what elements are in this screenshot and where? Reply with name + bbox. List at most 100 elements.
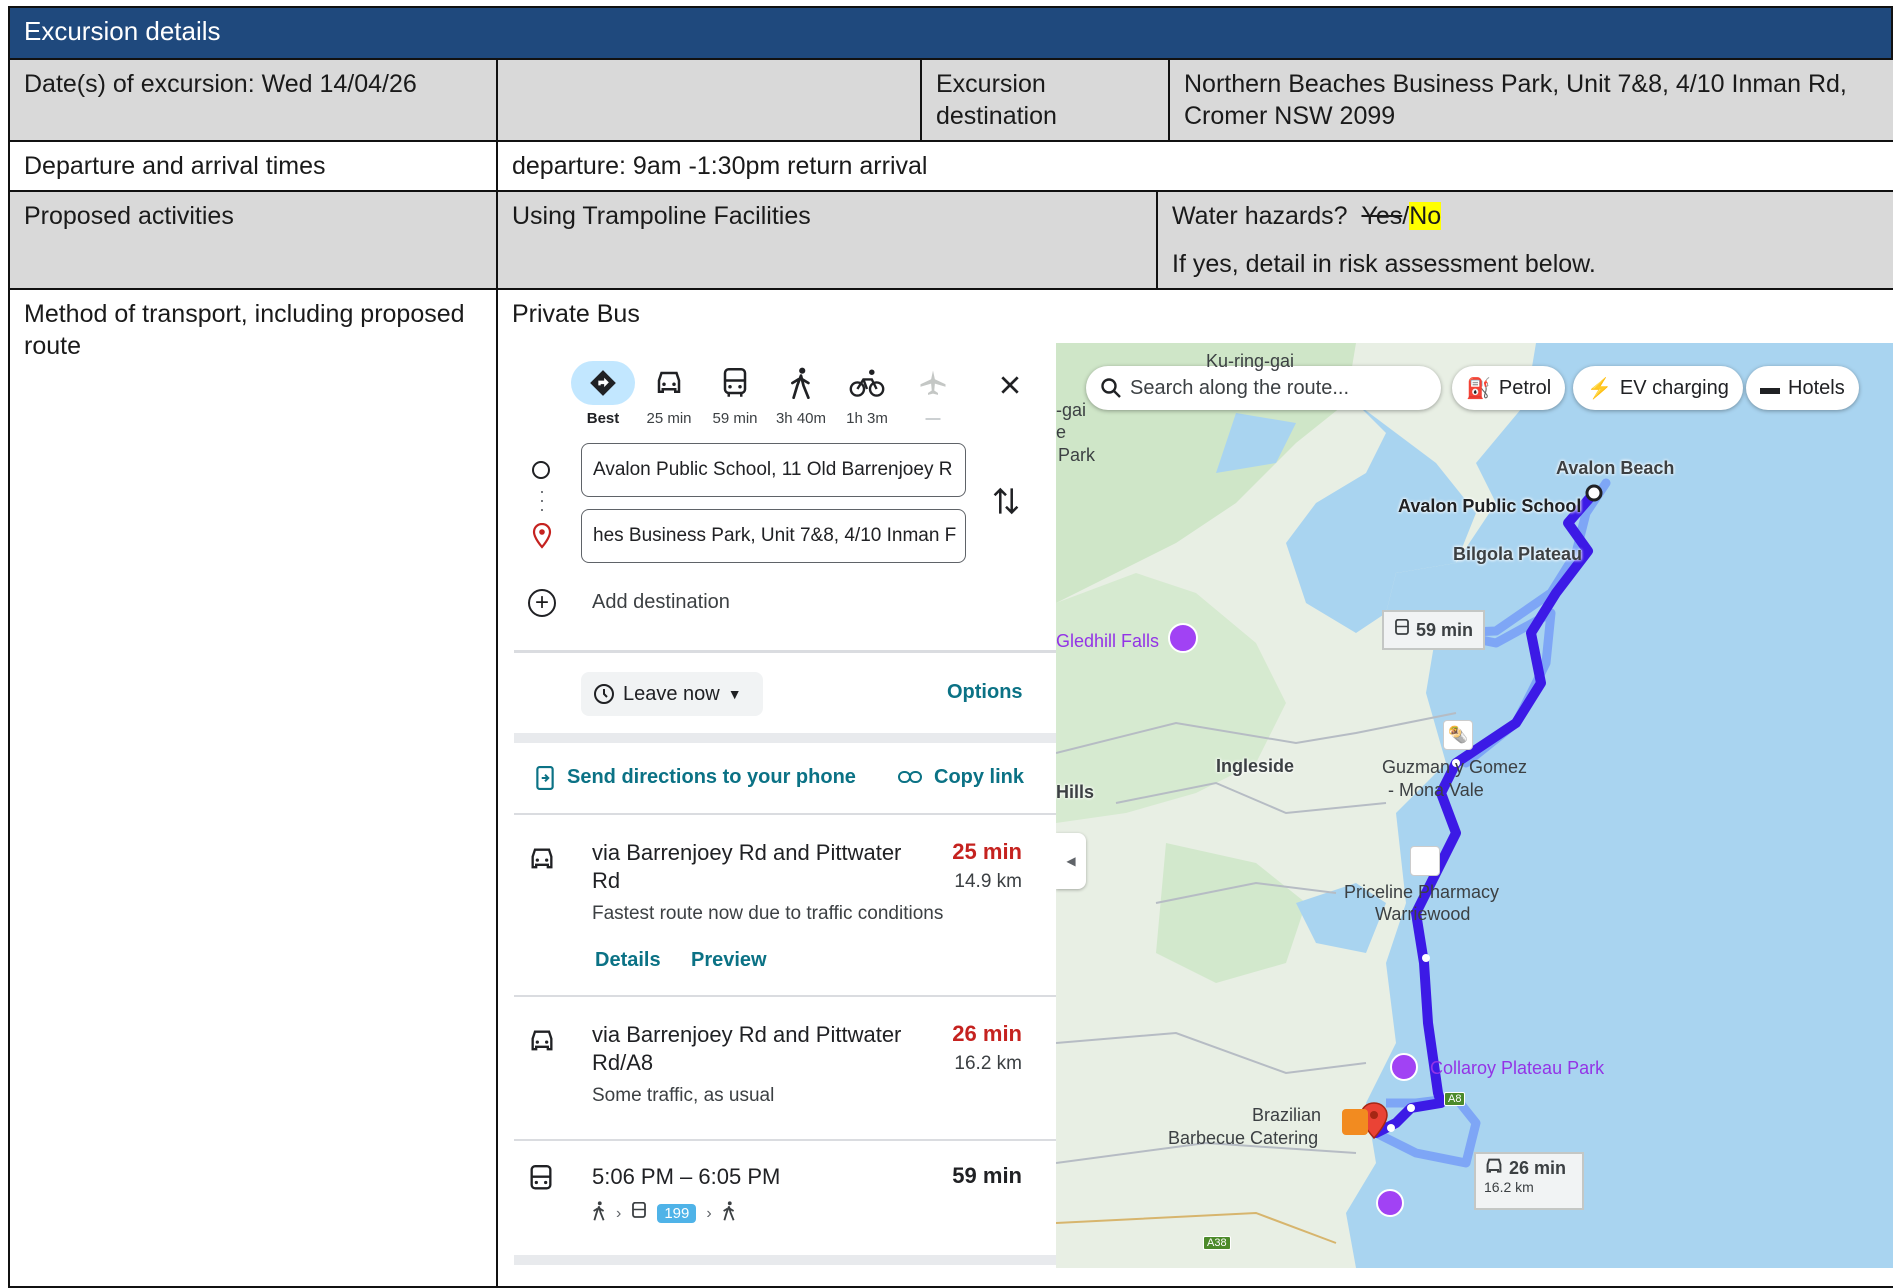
route-option-2[interactable]: via Barrenjoey Rd and Pittwater Rd/A8 26…	[514, 997, 1056, 1139]
water-hazards-label: Water hazards?	[1172, 202, 1348, 230]
send-to-phone-icon	[536, 766, 554, 795]
route-option-3[interactable]: 5:06 PM – 6:05 PM 59 min › 199 ›	[514, 1141, 1056, 1251]
chevron-right-icon: ›	[706, 1204, 712, 1222]
leave-now-dropdown[interactable]: Leave now ▼	[581, 672, 763, 716]
mode-flight[interactable]: —	[900, 360, 966, 427]
mode-walk[interactable]: 3h 40m	[768, 360, 834, 427]
route-1-distance: 14.9 km	[954, 871, 1022, 892]
divider	[514, 650, 1056, 653]
dates-label: Date(s) of excursion: Wed 14/04/26	[24, 70, 417, 98]
map-label-kuringgai: Ku-ring-gai	[1206, 351, 1295, 371]
search-along-route-input[interactable]: Search along the route...	[1086, 366, 1441, 410]
bus-icon	[702, 360, 768, 406]
route-2-title: via Barrenjoey Rd and Pittwater Rd/A8	[592, 1022, 902, 1075]
times-value: departure: 9am -1:30pm return arrival	[512, 152, 928, 180]
route-2-distance: 16.2 km	[954, 1053, 1022, 1074]
chip-ev-charging[interactable]: ⚡ EV charging	[1573, 366, 1743, 410]
collapse-panel-button[interactable]: ◀	[1056, 833, 1086, 889]
map-label-park: Park	[1058, 445, 1096, 465]
activities-label: Proposed activities	[24, 202, 234, 230]
map-label-guzman: Guzman y Gomez	[1382, 757, 1528, 777]
walk-icon	[768, 360, 834, 406]
copy-link[interactable]: Copy link	[934, 766, 1024, 789]
water-yes-struck: Yes	[1361, 202, 1403, 230]
destination-input[interactable]: hes Business Park, Unit 7&8, 4/10 Inman …	[581, 509, 966, 563]
restaurant-poi-icon[interactable]	[1342, 1109, 1368, 1135]
hotel-icon: ▬	[1760, 376, 1780, 399]
map-label-brazilian: Brazilian	[1252, 1105, 1322, 1125]
car-icon	[528, 1029, 556, 1058]
route-1-note: Fastest route now due to traffic conditi…	[592, 903, 944, 924]
route-2-note: Some traffic, as usual	[592, 1085, 775, 1106]
mode-bike-label: 1h 3m	[846, 410, 888, 427]
road-marker-a8: A8	[1444, 1092, 1466, 1106]
mode-best[interactable]: Best	[570, 360, 636, 427]
chip-hotels[interactable]: ▬ Hotels	[1746, 366, 1859, 410]
bus-icon	[1394, 618, 1410, 642]
origin-circle-icon	[532, 461, 550, 479]
camera-poi-icon[interactable]	[1390, 1053, 1418, 1081]
chip-petrol[interactable]: ⛽ Petrol	[1452, 366, 1566, 410]
empty-cell	[496, 58, 922, 142]
route-map[interactable]: Search along the route... ⛽ Petrol ⚡ EV ch…	[1056, 343, 1893, 1268]
section-header: Excursion details	[8, 6, 1893, 60]
dots-icon: · · ·	[539, 481, 545, 519]
ev-charging-icon: ⚡	[1587, 377, 1612, 400]
destination-label: Excursion destination	[936, 70, 1057, 130]
directions-icon	[571, 361, 635, 405]
leave-now-label: Leave now	[623, 682, 720, 705]
destination-value-cell: Northern Beaches Business Park, Unit 7&8…	[1168, 58, 1893, 142]
map-label-mona-vale: - Mona Vale	[1388, 780, 1484, 800]
send-directions-link[interactable]: Send directions to your phone	[567, 766, 856, 789]
search-placeholder: Search along the route...	[1130, 376, 1350, 399]
mode-car[interactable]: 25 min	[636, 360, 702, 427]
route-1-title: via Barrenjoey Rd and Pittwater Rd	[592, 840, 902, 893]
mode-bike[interactable]: 1h 3m	[834, 360, 900, 427]
route-1-details-link[interactable]: Details	[595, 949, 661, 972]
walk-icon	[592, 1201, 606, 1226]
add-destination-label[interactable]: Add destination	[592, 591, 730, 614]
dropdown-caret-icon: ▼	[727, 686, 742, 702]
route-1-time: 25 min	[952, 839, 1022, 864]
pharmacy-poi-icon[interactable]	[1410, 846, 1440, 876]
transport-value: Private Bus	[512, 300, 640, 328]
car-route-callout[interactable]: 26 min 16.2 km	[1474, 1152, 1584, 1210]
bus-route-callout[interactable]: 59 min	[1382, 610, 1486, 650]
map-label-avalon-beach: Avalon Beach	[1556, 458, 1675, 478]
map-label-avalon-school: Avalon Public School	[1398, 496, 1582, 516]
camera-poi-icon[interactable]	[1376, 1189, 1404, 1217]
destination-value: Northern Beaches Business Park, Unit 7&8…	[1184, 70, 1847, 130]
bus-callout-time: 59 min	[1416, 619, 1474, 640]
map-label-warriewood: Warriewood	[1375, 904, 1471, 924]
origin-input[interactable]: Avalon Public School, 11 Old Barrenjoey …	[581, 443, 966, 497]
add-destination-icon[interactable]: +	[528, 589, 556, 617]
mode-flight-label: —	[925, 410, 941, 427]
mode-transit[interactable]: 59 min	[702, 360, 768, 427]
mode-car-label: 25 min	[646, 410, 692, 427]
car-icon	[636, 360, 702, 406]
camera-poi-icon[interactable]	[1168, 623, 1198, 653]
bus-icon	[529, 1165, 553, 1198]
options-link[interactable]: Options	[947, 681, 1023, 704]
dates-cell: Date(s) of excursion: Wed 14/04/26	[8, 58, 498, 142]
swap-icon[interactable]	[992, 485, 1020, 522]
water-no-highlighted: No	[1409, 202, 1442, 230]
map-label-bilgola: Bilgola Plateau	[1453, 544, 1583, 564]
activities-label-cell: Proposed activities	[8, 190, 498, 290]
route-option-1[interactable]: via Barrenjoey Rd and Pittwater Rd 25 mi…	[514, 815, 1056, 995]
water-hazards-cell: Water hazards? Yes/No If yes, detail in …	[1156, 190, 1893, 290]
search-icon	[1101, 378, 1121, 398]
divider-thick	[514, 1255, 1056, 1265]
activities-value: Using Trampoline Facilities	[512, 202, 811, 230]
map-label-e: e	[1056, 422, 1067, 442]
car-icon	[528, 847, 556, 876]
close-icon[interactable]	[990, 365, 1030, 405]
section-title: Excursion details	[24, 16, 221, 46]
restaurant-poi-icon[interactable]: 🌯	[1443, 720, 1473, 750]
flight-icon	[900, 360, 966, 406]
divider-thick	[514, 733, 1056, 743]
route-1-preview-link[interactable]: Preview	[691, 949, 767, 972]
destination-label-cell: Excursion destination	[920, 58, 1170, 142]
car-callout-distance: 16.2 km	[1484, 1179, 1534, 1195]
activities-value-cell: Using Trampoline Facilities	[496, 190, 1158, 290]
